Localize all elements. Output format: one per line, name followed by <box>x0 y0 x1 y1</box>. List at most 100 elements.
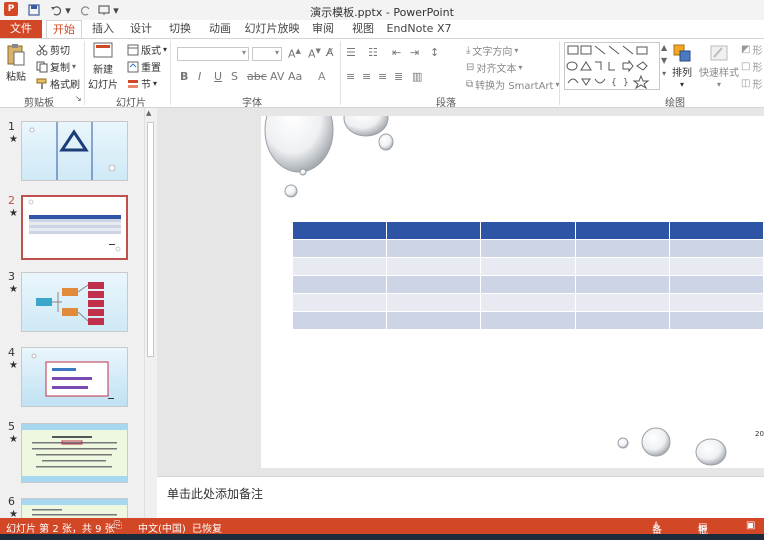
slide-thumbnail-4[interactable] <box>21 347 128 407</box>
slide-thumbnail-2[interactable] <box>21 195 128 260</box>
tab-insert[interactable]: 插入 <box>86 20 120 38</box>
smartart-button[interactable]: ⧉ 转换为 SmartArt ▾ <box>466 77 559 92</box>
table-cell[interactable] <box>668 221 764 240</box>
notes-pane[interactable]: 单击此处添加备注 <box>157 476 764 518</box>
slide-table[interactable] <box>291 221 764 330</box>
clear-formatting-icon[interactable]: A̸ <box>326 46 334 59</box>
justify-icon[interactable]: ≣ <box>394 70 403 83</box>
current-slide[interactable]: 20 <box>261 116 764 468</box>
table-cell[interactable] <box>574 275 670 294</box>
arrange-button[interactable]: 排列 ▾ <box>672 43 692 89</box>
table-cell[interactable] <box>480 239 576 258</box>
italic-icon[interactable]: I <box>198 70 201 83</box>
table-cell[interactable] <box>386 239 482 258</box>
table-cell[interactable] <box>291 239 388 258</box>
cut-button[interactable]: 剪切 <box>36 42 70 57</box>
shape-fill-button[interactable]: ◩ 形 <box>741 42 762 57</box>
normal-view-icon[interactable]: ▣ <box>746 520 755 531</box>
shapes-gallery-scroll[interactable]: ▲ ▼ ▾ <box>661 43 667 78</box>
table-cell[interactable] <box>291 257 388 276</box>
tab-animations[interactable]: 动画 <box>202 20 238 38</box>
format-painter-button[interactable]: 格式刷 <box>36 76 80 91</box>
align-right-icon[interactable]: ≡ <box>378 70 387 83</box>
font-name-dropdown[interactable]: ▾ <box>177 47 249 61</box>
table-cell[interactable] <box>291 311 388 330</box>
new-slide-button[interactable]: 新建 幻灯片 <box>88 41 118 91</box>
shape-outline-button[interactable]: □ 形 <box>741 59 762 74</box>
increase-indent-icon[interactable]: ⇥ <box>410 46 419 59</box>
table-cell[interactable] <box>386 311 482 330</box>
slide-thumbnail-1[interactable] <box>21 121 128 181</box>
slide-edit-area[interactable]: 20 <box>157 108 764 476</box>
underline-icon[interactable]: U <box>214 70 222 83</box>
line-spacing-icon[interactable]: ↕ <box>430 46 439 59</box>
language-indicator[interactable]: 中文(中国) <box>138 520 186 535</box>
table-cell[interactable] <box>668 257 764 276</box>
section-button[interactable]: 节 ▾ <box>127 76 157 91</box>
table-cell[interactable] <box>291 221 388 240</box>
tab-slideshow[interactable]: 幻灯片放映 <box>244 20 300 38</box>
table-cell[interactable] <box>386 221 482 240</box>
increase-font-size-icon[interactable]: A▲ <box>288 47 301 61</box>
change-case-icon[interactable]: Aa <box>288 70 302 83</box>
strikethrough-icon[interactable]: abc <box>247 70 267 83</box>
table-cell[interactable] <box>480 311 576 330</box>
slide-thumbnail-pane[interactable]: 1 ★ 2 ★ 3 ★ 4 ★ 5 ★ 6 ★ <box>0 108 157 518</box>
tab-design[interactable]: 设计 <box>124 20 158 38</box>
shapes-gallery[interactable]: { } <box>564 42 660 90</box>
table-cell[interactable] <box>480 275 576 294</box>
layout-button[interactable]: 版式 ▾ <box>127 42 167 57</box>
font-color-icon[interactable]: A <box>318 70 326 83</box>
text-shadow-icon[interactable]: S <box>231 70 238 83</box>
shape-effects-button[interactable]: ◫ 形 <box>741 76 762 91</box>
table-cell[interactable] <box>574 257 670 276</box>
scroll-up-icon[interactable]: ▲ <box>146 109 151 117</box>
table-cell[interactable] <box>574 239 670 258</box>
tab-review[interactable]: 审阅 <box>306 20 340 38</box>
bullets-icon[interactable]: ☰ <box>346 46 356 59</box>
spell-check-icon[interactable]: ⎘ <box>114 520 122 531</box>
character-spacing-icon[interactable]: AV <box>270 70 284 83</box>
thumbnail-scrollbar[interactable]: ▲ <box>144 108 156 518</box>
align-text-button[interactable]: ⊟ 对齐文本 ▾ <box>466 60 522 75</box>
table-cell[interactable] <box>574 311 670 330</box>
align-center-icon[interactable]: ≡ <box>362 70 371 83</box>
tab-file[interactable]: 文件 <box>0 20 42 38</box>
bold-icon[interactable]: B <box>180 70 188 83</box>
quick-styles-button[interactable]: 快速样式 ▾ <box>699 43 739 89</box>
font-size-dropdown[interactable]: ▾ <box>252 47 282 61</box>
clipboard-launcher-icon[interactable]: ↘ <box>75 94 82 103</box>
slide-thumbnail-6[interactable] <box>21 498 128 518</box>
text-direction-button[interactable]: ⤓ 文字方向 ▾ <box>466 43 518 58</box>
table-cell[interactable] <box>480 221 576 240</box>
table-cell[interactable] <box>386 275 482 294</box>
slide-thumbnail-5[interactable] <box>21 423 128 483</box>
decrease-font-size-icon[interactable]: A▼ <box>308 47 321 61</box>
slide-counter[interactable]: 幻灯片 第 2 张，共 9 张 <box>6 520 115 535</box>
table-cell[interactable] <box>574 293 670 312</box>
align-left-icon[interactable]: ≡ <box>346 70 355 83</box>
table-cell[interactable] <box>291 275 388 294</box>
tab-transitions[interactable]: 切换 <box>163 20 197 38</box>
slide-thumbnail-3[interactable] <box>21 272 128 332</box>
decrease-indent-icon[interactable]: ⇤ <box>392 46 401 59</box>
columns-icon[interactable]: ▥ <box>412 70 422 83</box>
table-cell[interactable] <box>386 257 482 276</box>
tab-view[interactable]: 视图 <box>346 20 380 38</box>
table-cell[interactable] <box>668 275 764 294</box>
table-cell[interactable] <box>574 221 670 240</box>
tab-home[interactable]: 开始 <box>46 20 82 39</box>
tab-endnote[interactable]: EndNote X7 <box>386 20 452 38</box>
table-cell[interactable] <box>668 293 764 312</box>
scrollbar-thumb[interactable] <box>147 122 154 357</box>
table-cell[interactable] <box>668 311 764 330</box>
table-cell[interactable] <box>480 293 576 312</box>
numbering-icon[interactable]: ☷ <box>368 46 378 59</box>
paste-button[interactable]: 粘贴 <box>6 43 26 83</box>
table-cell[interactable] <box>668 239 764 258</box>
copy-button[interactable]: 复制 ▾ <box>36 59 76 74</box>
reset-button[interactable]: 重置 <box>127 59 161 74</box>
table-cell[interactable] <box>291 293 388 312</box>
table-cell[interactable] <box>386 293 482 312</box>
table-cell[interactable] <box>480 257 576 276</box>
